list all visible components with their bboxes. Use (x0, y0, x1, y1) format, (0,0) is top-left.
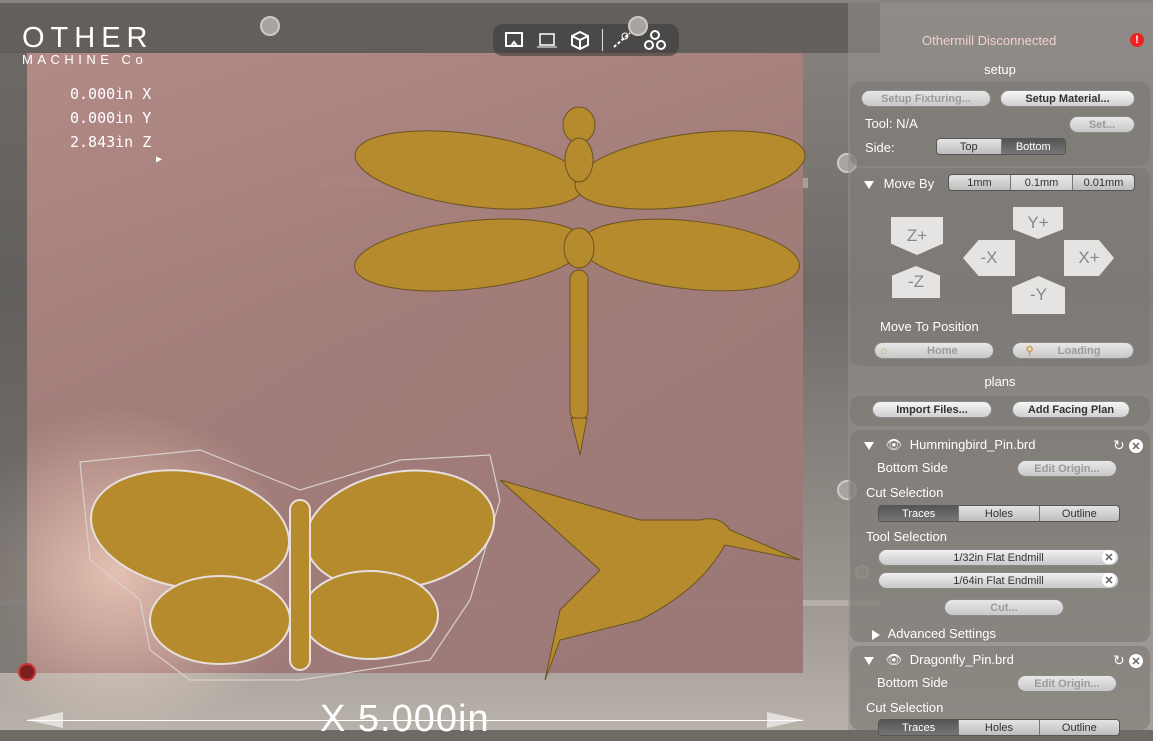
side-label: Side: (865, 140, 895, 155)
cut-selection-toggle: Traces Holes Outline (878, 505, 1120, 522)
side-option-top[interactable]: Top (937, 139, 1002, 154)
cut-option-outline[interactable]: Outline (1039, 506, 1119, 521)
x-coordinate: 0.000in X (70, 85, 152, 103)
butterfly-design (90, 469, 496, 671)
edit-origin-button[interactable]: Edit Origin... (1017, 675, 1117, 692)
home-icon: ⌂ (880, 344, 888, 357)
cube-icon[interactable] (565, 26, 595, 54)
frame-icon[interactable] (532, 26, 562, 54)
origin-marker[interactable] (18, 663, 36, 681)
dragonfly-design (354, 106, 806, 456)
logo-line-2: MACHINE Co (22, 52, 148, 67)
advanced-settings-toggle[interactable]: Advanced Settings (872, 626, 996, 641)
plan-side-label: Bottom Side (877, 460, 948, 475)
eye-icon[interactable]: 👁 (886, 652, 903, 667)
plan-file-name: Hummingbird_Pin.brd (909, 437, 1036, 452)
hummingbird-design (499, 479, 801, 681)
move-to-position-label: Move To Position (880, 319, 979, 334)
add-facing-plan-button[interactable]: Add Facing Plan (1012, 401, 1130, 418)
scroll-dot (260, 16, 280, 36)
edit-origin-button[interactable]: Edit Origin... (1017, 460, 1117, 477)
advanced-settings-label: Advanced Settings (887, 626, 997, 641)
warning-icon[interactable]: ! (1130, 33, 1144, 47)
step-size-toggle: 1mm 0.1mm 0.01mm (948, 174, 1135, 191)
home-button-label: Home (927, 344, 958, 357)
logo-line-1: OTHER (22, 22, 154, 54)
refresh-icon[interactable]: ↻ (1113, 437, 1125, 454)
tool-selection-label: Tool Selection (866, 529, 947, 544)
view-toolbar (493, 24, 679, 56)
loading-icon: ⚲ (1025, 345, 1034, 357)
collapse-triangle-icon (864, 441, 874, 450)
move-by-label: Move By (883, 176, 935, 191)
collapse-triangle-icon (864, 180, 874, 189)
setup-fixturing-button[interactable]: Setup Fixturing... (861, 90, 991, 107)
step-0-1mm[interactable]: 0.1mm (1011, 175, 1073, 190)
plan-header-hummingbird[interactable]: 👁 Hummingbird_Pin.brd (864, 437, 1036, 453)
toolbar-divider (602, 29, 603, 51)
scroll-dot (628, 16, 648, 36)
cut-option-traces[interactable]: Traces (879, 720, 960, 735)
plan-side-label: Bottom Side (877, 675, 948, 690)
expand-triangle-icon (872, 629, 880, 640)
refresh-icon[interactable]: ↻ (1113, 652, 1125, 669)
tool-status: Tool: N/A (865, 116, 918, 131)
set-tool-button[interactable]: Set... (1069, 116, 1135, 133)
x-dimension-label: X 5.000in (320, 698, 490, 740)
setup-material-button[interactable]: Setup Material... (1000, 90, 1135, 107)
eye-icon[interactable]: 👁 (886, 437, 903, 452)
move-by-header[interactable]: Move By (864, 176, 934, 191)
plan-file-name: Dragonfly_Pin.brd (909, 652, 1014, 667)
tool-item[interactable]: 1/32in Flat Endmill (878, 549, 1119, 566)
step-0-01mm[interactable]: 0.01mm (1073, 175, 1134, 190)
plan-header-dragonfly[interactable]: 👁 Dragonfly_Pin.brd (864, 652, 1014, 668)
step-1mm[interactable]: 1mm (949, 175, 1011, 190)
coordinate-readout: 0.000in X 0.000in Y 2.843in Z ▶ (70, 82, 162, 166)
tool-item[interactable]: 1/64in Flat Endmill (878, 572, 1119, 589)
side-toggle: Top Bottom (936, 138, 1066, 155)
cut-option-holes[interactable]: Holes (959, 720, 1040, 735)
loading-button[interactable]: ⚲ Loading (1012, 342, 1134, 359)
plans-title: plans (984, 374, 1016, 389)
connection-status: Othermill Disconnected (922, 33, 1057, 48)
side-option-bottom[interactable]: Bottom (1001, 139, 1065, 154)
collapse-triangle-icon (864, 656, 874, 665)
coords-expand-icon[interactable]: ▶ (156, 154, 162, 166)
close-plan-icon[interactable]: ✕ (1129, 654, 1143, 668)
import-files-button[interactable]: Import Files... (872, 401, 992, 418)
cut-button[interactable]: Cut... (944, 599, 1064, 616)
z-coordinate: 2.843in Z (70, 133, 152, 151)
close-plan-icon[interactable]: ✕ (1129, 439, 1143, 453)
remove-tool-icon[interactable]: ✕ (1102, 550, 1116, 564)
cut-option-traces[interactable]: Traces (879, 506, 960, 521)
cut-selection-toggle: Traces Holes Outline (878, 719, 1120, 736)
cut-option-holes[interactable]: Holes (959, 506, 1040, 521)
setup-title: setup (984, 62, 1016, 77)
x-dimension-indicator: X 5.000in (27, 698, 803, 740)
loading-button-label: Loading (1057, 344, 1101, 357)
y-coordinate: 0.000in Y (70, 109, 152, 127)
home-button[interactable]: ⌂ Home (874, 342, 994, 359)
dimension-arrow-right (767, 712, 803, 728)
cut-selection-label: Cut Selection (866, 485, 944, 500)
cut-option-outline[interactable]: Outline (1039, 720, 1119, 735)
othermachine-logo: OTHER MACHINE Co (22, 24, 154, 67)
remove-tool-icon[interactable]: ✕ (1102, 573, 1116, 587)
cut-selection-label: Cut Selection (866, 700, 944, 715)
bookmark-icon[interactable] (499, 26, 529, 54)
